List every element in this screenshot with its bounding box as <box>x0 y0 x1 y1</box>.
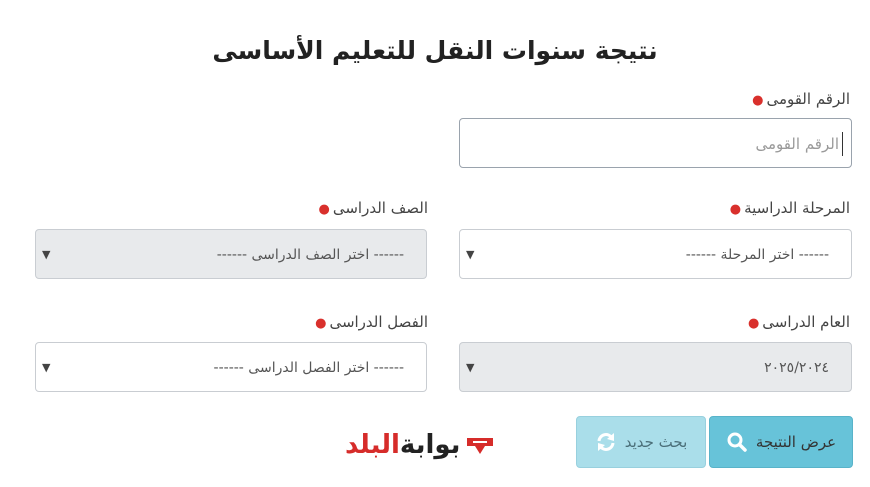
grade-select[interactable]: ------ اختر الصف الدراسى ------ ▼ <box>35 229 427 279</box>
show-result-button[interactable]: عرض النتيجة <box>709 416 853 468</box>
grade-select-value: ------ اختر الصف الدراسى ------ <box>216 247 404 263</box>
chevron-down-icon: ▼ <box>466 248 475 261</box>
stage-label-text: المرحلة الدراسية <box>744 199 850 217</box>
term-label: الفصل الدراسى● <box>315 313 428 331</box>
term-select-value: ------ اختر الفصل الدراسى ------ <box>213 360 404 376</box>
stage-select[interactable]: ------ اختر المرحلة ------ ▼ <box>459 229 852 279</box>
stage-select-value: ------ اختر المرحلة ------ <box>685 247 829 263</box>
chevron-down-icon: ▼ <box>42 248 51 261</box>
grade-label-text: الصف الدراسى <box>332 199 428 217</box>
search-icon <box>726 431 748 453</box>
stage-label: المرحلة الدراسية● <box>730 199 850 217</box>
required-mark: ● <box>315 316 327 331</box>
logo-text-part1: بوابة <box>399 430 461 460</box>
required-mark: ● <box>752 93 764 108</box>
site-logo: بوابة البلد <box>345 430 496 460</box>
national-id-input[interactable]: الرقم القومى <box>459 118 852 168</box>
show-result-label: عرض النتيجة <box>755 433 837 451</box>
term-select[interactable]: ------ اختر الفصل الدراسى ------ ▼ <box>35 342 427 392</box>
logo-mark-icon <box>464 432 496 458</box>
required-mark: ● <box>318 202 330 217</box>
required-mark: ● <box>747 316 760 331</box>
national-id-placeholder: الرقم القومى <box>755 135 839 153</box>
new-search-label: بحث جديد <box>624 433 688 451</box>
chevron-down-icon: ▼ <box>466 361 475 374</box>
year-label-text: العام الدراسى <box>762 313 850 331</box>
grade-label: الصف الدراسى● <box>319 199 428 217</box>
text-cursor <box>842 132 843 156</box>
page-title: نتيجة سنوات النقل للتعليم الأساسى <box>212 36 658 65</box>
national-id-label-text: الرقم القومى <box>766 90 850 108</box>
new-search-button[interactable]: بحث جديد <box>576 416 706 468</box>
year-select[interactable]: ٢٠٢٥/٢٠٢٤ ▼ <box>459 342 852 392</box>
national-id-label: الرقم القومى● <box>752 90 850 108</box>
logo-text-part2: البلد <box>345 430 400 460</box>
refresh-icon <box>595 431 617 453</box>
term-label-text: الفصل الدراسى <box>329 313 428 331</box>
year-label: العام الدراسى● <box>748 313 850 331</box>
required-mark: ● <box>729 202 742 217</box>
year-select-value: ٢٠٢٥/٢٠٢٤ <box>764 360 829 376</box>
chevron-down-icon: ▼ <box>42 361 51 374</box>
